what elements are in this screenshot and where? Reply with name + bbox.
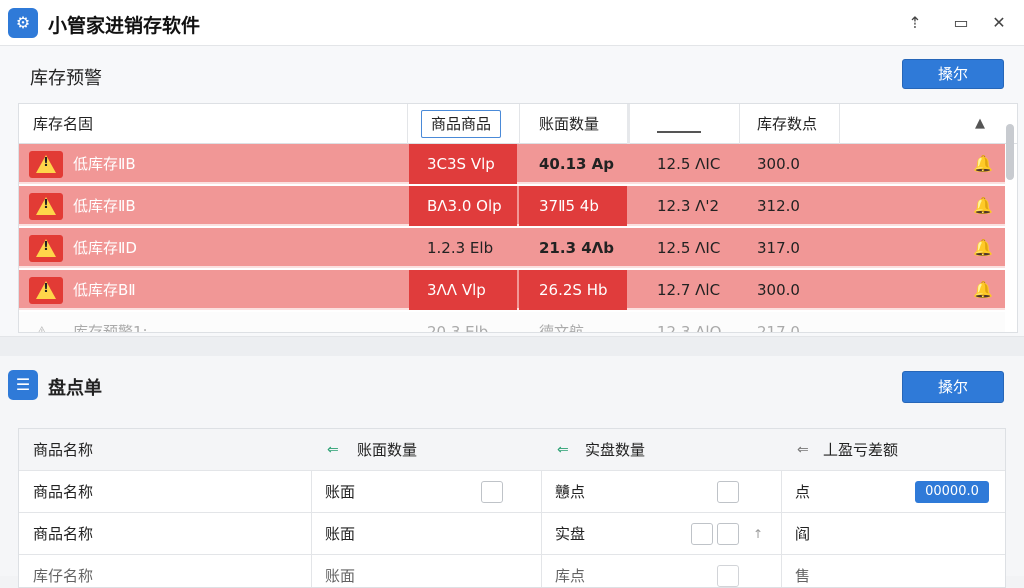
cell-value: 实盘: [555, 525, 586, 543]
cell-value: 3ΛΛ Vlp: [427, 281, 486, 299]
cell-value: 12.7 ΛlC: [657, 281, 721, 299]
warning-icon: !: [29, 235, 63, 262]
table-row[interactable]: ! 低库存ⅡD 1.2.3 Elb 21.3 4Λb 12.5 ΛIC 317.…: [19, 228, 1005, 268]
panel-splitter[interactable]: [0, 336, 1024, 356]
checkbox[interactable]: [717, 565, 739, 587]
alarm-icon[interactable]: 🔔: [973, 154, 993, 173]
vertical-scrollbar[interactable]: [1006, 124, 1014, 180]
cell-value: 40.13 Ap: [539, 155, 615, 173]
checkbox[interactable]: [691, 523, 713, 545]
cell-value: BΛ3.0 Olp: [427, 197, 502, 215]
cell-value: 12.5 ΛIC: [657, 155, 721, 173]
table-row[interactable]: ! 低库存BⅡ 3ΛΛ Vlp 26.2S Hb 12.7 ΛlC 300.0 …: [19, 270, 1005, 310]
restore-icon[interactable]: ▭: [950, 12, 972, 34]
column-header[interactable]: 商品商品: [421, 110, 502, 138]
column-header[interactable]: [657, 104, 701, 144]
cell-name: 低库存ⅡB: [73, 197, 136, 215]
difference-input[interactable]: 00000.0: [915, 481, 989, 503]
table-row[interactable]: ! 低库存ⅡB 3C3S Vlp 40.13 Ap 12.5 ΛIC 300.0…: [19, 144, 1005, 184]
alarm-icon[interactable]: 🔔: [973, 238, 993, 257]
swap-arrow-icon: ⇐: [557, 442, 569, 458]
cell-name: 低库存ⅡD: [73, 239, 137, 257]
column-divider: [739, 104, 740, 144]
cell-value: 217.0: [757, 323, 800, 333]
swap-arrow-icon: ⇐: [327, 442, 339, 458]
cell-value: 21.3 4Λb: [539, 239, 615, 257]
checkbox[interactable]: [717, 481, 739, 503]
cell-value: 12.5 ΛIC: [657, 239, 721, 257]
arrow-up-icon: ↑: [753, 527, 764, 541]
cell-name: 库仔名称: [33, 567, 94, 585]
table-row[interactable]: 商品名称 账面 戇点 点 00000.0: [19, 471, 1005, 513]
alarm-icon[interactable]: 🔔: [973, 196, 993, 215]
warning-icon: !: [29, 277, 63, 304]
cell-value: 库点: [555, 567, 586, 585]
table-header: 商品名称 ⇐ 账面数量 ⇐ 实盘数量 ⇐ 丄盈亏差额: [19, 429, 1005, 471]
table-row[interactable]: ! 低库存ⅡB BΛ3.0 Olp 37Ⅱ5 4b 12.3 Λ'2 312.0…: [19, 186, 1005, 226]
panel-title: 盘点单: [48, 378, 102, 399]
cell-name: 低库存ⅡB: [73, 155, 136, 173]
collapse-chevron-up-icon[interactable]: ▲: [975, 104, 985, 144]
cell-value: 300.0: [757, 155, 800, 173]
app-logo-icon: ⚙: [8, 8, 38, 38]
cell-value: 账面: [325, 525, 356, 543]
cell-value: 德文航: [539, 323, 585, 333]
cell-value: 20.3 Elb: [427, 323, 489, 333]
cell-value: 300.0: [757, 281, 800, 299]
column-header[interactable]: 丄盈亏差额: [823, 429, 898, 471]
column-divider: [839, 104, 840, 144]
checkbox[interactable]: [481, 481, 503, 503]
column-header[interactable]: 实盘数量: [585, 429, 645, 471]
cell-value: 26.2S Hb: [539, 281, 608, 299]
list-icon: ☰: [8, 370, 38, 400]
chevron-down-icon[interactable]: ⌄: [971, 312, 981, 332]
action-button[interactable]: 搡尔: [902, 59, 1004, 89]
cell-name: 商品名称: [33, 525, 94, 543]
column-header[interactable]: 库存数点: [757, 104, 817, 144]
close-icon[interactable]: ✕: [988, 12, 1010, 34]
cell-value: 12.3 Λ'2: [657, 197, 720, 215]
column-header[interactable]: 账面数量: [539, 104, 599, 144]
column-divider: [519, 104, 520, 144]
cell-name: 低库存BⅡ: [73, 281, 136, 299]
pin-icon[interactable]: ⇡: [904, 12, 926, 34]
cell-value: 317.0: [757, 239, 800, 257]
column-header[interactable]: 账面数量: [357, 429, 417, 471]
warning-icon: !: [29, 193, 63, 220]
cell-value: 戇点: [555, 483, 586, 501]
column-header[interactable]: 库存名固: [33, 104, 93, 144]
stock-count-table: 商品名称 ⇐ 账面数量 ⇐ 实盘数量 ⇐ 丄盈亏差额 商品名称 账面 戇点 点 …: [18, 428, 1006, 588]
cell-value: 点: [795, 483, 811, 501]
cell-value: 3C3S Vlp: [427, 155, 495, 173]
cell-name: 商品名称: [33, 483, 94, 501]
checkbox[interactable]: [717, 523, 739, 545]
column-header[interactable]: 商品名称: [33, 429, 93, 471]
column-divider: [627, 104, 630, 144]
cell-value: 账面: [325, 483, 356, 501]
table-row[interactable]: 商品名称 账面 实盘 ↑ 阎: [19, 513, 1005, 555]
alarm-icon[interactable]: 🔔: [973, 280, 993, 299]
cell-value: 312.0: [757, 197, 800, 215]
cell-value: 账面: [325, 567, 356, 585]
app-title: 小管家进销存软件: [48, 15, 201, 37]
table-row[interactable]: 库仔名称 账面 库点 售: [19, 555, 1005, 587]
chevron-down-icon[interactable]: ⌄: [385, 312, 395, 332]
warning-icon: !: [29, 151, 63, 178]
action-button[interactable]: 搡尔: [902, 371, 1004, 403]
cell-value: 阎: [795, 525, 811, 543]
stock-alert-table: 库存名固 商品商品 账面数量 库存数点 ▲ ! 低库存ⅡB 3C3S Vlp 4…: [18, 103, 1018, 333]
cell-value: 1.2.3 Elb: [427, 239, 494, 257]
table-header: 库存名固 商品商品 账面数量 库存数点 ▲: [19, 104, 1017, 144]
swap-arrow-icon: ⇐: [797, 442, 809, 458]
cell-name: 库存预警1:: [73, 323, 148, 333]
title-bar: ⚙ 小管家进销存软件 ⇡ ▭ ✕: [0, 0, 1024, 46]
panel-title: 库存预警: [30, 68, 102, 89]
table-row[interactable]: ⚠ 库存预警1: ⌄ 20.3 Elb 德文航 12.3 ΛlO 217.0 ⌄: [19, 312, 1005, 333]
warning-outline-icon: ⚠: [35, 323, 49, 333]
column-divider: [407, 104, 408, 144]
cell-value: 售: [795, 567, 811, 585]
cell-value: 37Ⅱ5 4b: [539, 197, 599, 215]
app-window: ⚙ 小管家进销存软件 ⇡ ▭ ✕ 库存预警 搡尔 库存名固 商品商品 账面数量 …: [0, 0, 1024, 588]
cell-value: 12.3 ΛlO: [657, 323, 722, 333]
